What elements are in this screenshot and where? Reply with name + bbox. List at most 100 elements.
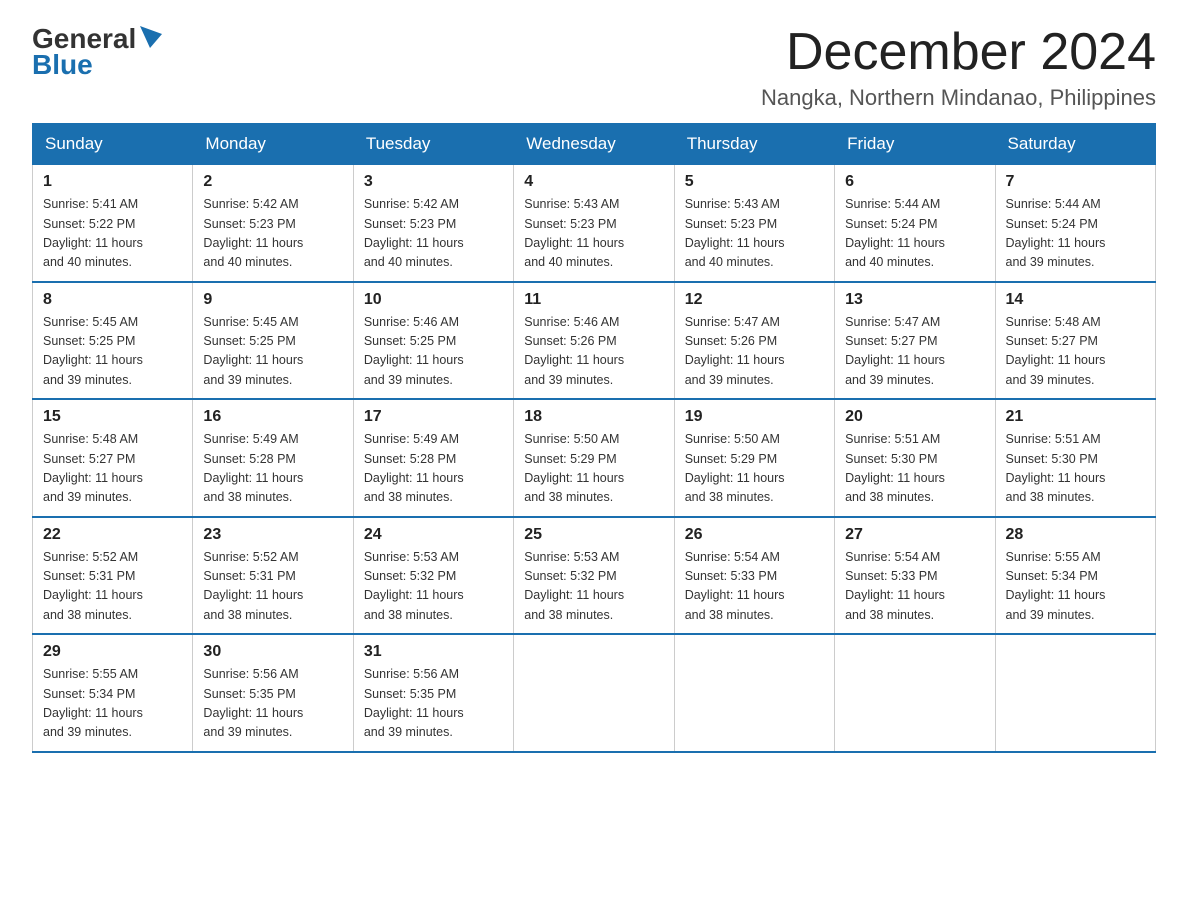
- day-number: 22: [43, 526, 182, 544]
- day-number: 7: [1006, 173, 1145, 191]
- calendar-cell: [514, 634, 674, 752]
- calendar-cell: 5 Sunrise: 5:43 AM Sunset: 5:23 PM Dayli…: [674, 165, 834, 282]
- col-header-wednesday: Wednesday: [514, 124, 674, 165]
- col-header-monday: Monday: [193, 124, 353, 165]
- day-info: Sunrise: 5:51 AM Sunset: 5:30 PM Dayligh…: [845, 430, 984, 508]
- day-number: 20: [845, 408, 984, 426]
- calendar-cell: 18 Sunrise: 5:50 AM Sunset: 5:29 PM Dayl…: [514, 399, 674, 517]
- day-info: Sunrise: 5:50 AM Sunset: 5:29 PM Dayligh…: [524, 430, 663, 508]
- calendar-cell: 6 Sunrise: 5:44 AM Sunset: 5:24 PM Dayli…: [835, 165, 995, 282]
- day-number: 26: [685, 526, 824, 544]
- day-info: Sunrise: 5:41 AM Sunset: 5:22 PM Dayligh…: [43, 195, 182, 273]
- calendar-cell: 11 Sunrise: 5:46 AM Sunset: 5:26 PM Dayl…: [514, 282, 674, 400]
- calendar-header-row: SundayMondayTuesdayWednesdayThursdayFrid…: [33, 124, 1156, 165]
- day-info: Sunrise: 5:45 AM Sunset: 5:25 PM Dayligh…: [203, 313, 342, 391]
- calendar-week-1: 1 Sunrise: 5:41 AM Sunset: 5:22 PM Dayli…: [33, 165, 1156, 282]
- day-info: Sunrise: 5:54 AM Sunset: 5:33 PM Dayligh…: [685, 548, 824, 626]
- day-info: Sunrise: 5:44 AM Sunset: 5:24 PM Dayligh…: [845, 195, 984, 273]
- day-number: 15: [43, 408, 182, 426]
- day-info: Sunrise: 5:55 AM Sunset: 5:34 PM Dayligh…: [43, 665, 182, 743]
- day-number: 10: [364, 291, 503, 309]
- day-info: Sunrise: 5:49 AM Sunset: 5:28 PM Dayligh…: [364, 430, 503, 508]
- logo-text-blue: Blue: [32, 49, 93, 81]
- day-info: Sunrise: 5:49 AM Sunset: 5:28 PM Dayligh…: [203, 430, 342, 508]
- calendar-cell: 28 Sunrise: 5:55 AM Sunset: 5:34 PM Dayl…: [995, 517, 1155, 635]
- day-info: Sunrise: 5:56 AM Sunset: 5:35 PM Dayligh…: [364, 665, 503, 743]
- day-number: 4: [524, 173, 663, 191]
- day-info: Sunrise: 5:53 AM Sunset: 5:32 PM Dayligh…: [364, 548, 503, 626]
- day-number: 5: [685, 173, 824, 191]
- day-number: 30: [203, 643, 342, 661]
- day-number: 25: [524, 526, 663, 544]
- calendar-cell: 31 Sunrise: 5:56 AM Sunset: 5:35 PM Dayl…: [353, 634, 513, 752]
- day-info: Sunrise: 5:56 AM Sunset: 5:35 PM Dayligh…: [203, 665, 342, 743]
- day-number: 18: [524, 408, 663, 426]
- calendar-table: SundayMondayTuesdayWednesdayThursdayFrid…: [32, 123, 1156, 753]
- day-number: 2: [203, 173, 342, 191]
- day-number: 1: [43, 173, 182, 191]
- day-info: Sunrise: 5:55 AM Sunset: 5:34 PM Dayligh…: [1006, 548, 1145, 626]
- calendar-cell: 13 Sunrise: 5:47 AM Sunset: 5:27 PM Dayl…: [835, 282, 995, 400]
- page-subtitle: Nangka, Northern Mindanao, Philippines: [761, 85, 1156, 111]
- logo-arrow-icon: [140, 26, 162, 48]
- calendar-cell: 26 Sunrise: 5:54 AM Sunset: 5:33 PM Dayl…: [674, 517, 834, 635]
- calendar-cell: [835, 634, 995, 752]
- day-number: 17: [364, 408, 503, 426]
- calendar-cell: 16 Sunrise: 5:49 AM Sunset: 5:28 PM Dayl…: [193, 399, 353, 517]
- day-info: Sunrise: 5:48 AM Sunset: 5:27 PM Dayligh…: [1006, 313, 1145, 391]
- calendar-cell: 29 Sunrise: 5:55 AM Sunset: 5:34 PM Dayl…: [33, 634, 193, 752]
- day-number: 24: [364, 526, 503, 544]
- calendar-cell: 3 Sunrise: 5:42 AM Sunset: 5:23 PM Dayli…: [353, 165, 513, 282]
- calendar-cell: 7 Sunrise: 5:44 AM Sunset: 5:24 PM Dayli…: [995, 165, 1155, 282]
- day-number: 27: [845, 526, 984, 544]
- col-header-tuesday: Tuesday: [353, 124, 513, 165]
- header: General Blue December 2024 Nangka, North…: [32, 24, 1156, 111]
- day-number: 13: [845, 291, 984, 309]
- day-number: 14: [1006, 291, 1145, 309]
- calendar-cell: 2 Sunrise: 5:42 AM Sunset: 5:23 PM Dayli…: [193, 165, 353, 282]
- day-number: 9: [203, 291, 342, 309]
- calendar-week-4: 22 Sunrise: 5:52 AM Sunset: 5:31 PM Dayl…: [33, 517, 1156, 635]
- calendar-cell: [674, 634, 834, 752]
- calendar-cell: 25 Sunrise: 5:53 AM Sunset: 5:32 PM Dayl…: [514, 517, 674, 635]
- day-number: 19: [685, 408, 824, 426]
- day-info: Sunrise: 5:46 AM Sunset: 5:25 PM Dayligh…: [364, 313, 503, 391]
- day-number: 29: [43, 643, 182, 661]
- calendar-cell: 21 Sunrise: 5:51 AM Sunset: 5:30 PM Dayl…: [995, 399, 1155, 517]
- calendar-cell: 17 Sunrise: 5:49 AM Sunset: 5:28 PM Dayl…: [353, 399, 513, 517]
- day-info: Sunrise: 5:45 AM Sunset: 5:25 PM Dayligh…: [43, 313, 182, 391]
- day-info: Sunrise: 5:52 AM Sunset: 5:31 PM Dayligh…: [43, 548, 182, 626]
- day-info: Sunrise: 5:53 AM Sunset: 5:32 PM Dayligh…: [524, 548, 663, 626]
- calendar-cell: [995, 634, 1155, 752]
- day-info: Sunrise: 5:46 AM Sunset: 5:26 PM Dayligh…: [524, 313, 663, 391]
- calendar-cell: 23 Sunrise: 5:52 AM Sunset: 5:31 PM Dayl…: [193, 517, 353, 635]
- day-info: Sunrise: 5:47 AM Sunset: 5:27 PM Dayligh…: [845, 313, 984, 391]
- day-info: Sunrise: 5:48 AM Sunset: 5:27 PM Dayligh…: [43, 430, 182, 508]
- day-number: 28: [1006, 526, 1145, 544]
- calendar-cell: 22 Sunrise: 5:52 AM Sunset: 5:31 PM Dayl…: [33, 517, 193, 635]
- day-info: Sunrise: 5:54 AM Sunset: 5:33 PM Dayligh…: [845, 548, 984, 626]
- calendar-week-3: 15 Sunrise: 5:48 AM Sunset: 5:27 PM Dayl…: [33, 399, 1156, 517]
- calendar-week-5: 29 Sunrise: 5:55 AM Sunset: 5:34 PM Dayl…: [33, 634, 1156, 752]
- col-header-sunday: Sunday: [33, 124, 193, 165]
- calendar-cell: 10 Sunrise: 5:46 AM Sunset: 5:25 PM Dayl…: [353, 282, 513, 400]
- calendar-cell: 27 Sunrise: 5:54 AM Sunset: 5:33 PM Dayl…: [835, 517, 995, 635]
- col-header-friday: Friday: [835, 124, 995, 165]
- calendar-cell: 4 Sunrise: 5:43 AM Sunset: 5:23 PM Dayli…: [514, 165, 674, 282]
- day-info: Sunrise: 5:42 AM Sunset: 5:23 PM Dayligh…: [203, 195, 342, 273]
- calendar-cell: 15 Sunrise: 5:48 AM Sunset: 5:27 PM Dayl…: [33, 399, 193, 517]
- day-info: Sunrise: 5:47 AM Sunset: 5:26 PM Dayligh…: [685, 313, 824, 391]
- day-number: 21: [1006, 408, 1145, 426]
- day-info: Sunrise: 5:43 AM Sunset: 5:23 PM Dayligh…: [685, 195, 824, 273]
- day-info: Sunrise: 5:43 AM Sunset: 5:23 PM Dayligh…: [524, 195, 663, 273]
- day-info: Sunrise: 5:52 AM Sunset: 5:31 PM Dayligh…: [203, 548, 342, 626]
- calendar-cell: 1 Sunrise: 5:41 AM Sunset: 5:22 PM Dayli…: [33, 165, 193, 282]
- calendar-cell: 19 Sunrise: 5:50 AM Sunset: 5:29 PM Dayl…: [674, 399, 834, 517]
- day-number: 6: [845, 173, 984, 191]
- calendar-cell: 12 Sunrise: 5:47 AM Sunset: 5:26 PM Dayl…: [674, 282, 834, 400]
- day-info: Sunrise: 5:44 AM Sunset: 5:24 PM Dayligh…: [1006, 195, 1145, 273]
- day-number: 8: [43, 291, 182, 309]
- calendar-cell: 14 Sunrise: 5:48 AM Sunset: 5:27 PM Dayl…: [995, 282, 1155, 400]
- calendar-cell: 20 Sunrise: 5:51 AM Sunset: 5:30 PM Dayl…: [835, 399, 995, 517]
- page-title: December 2024: [761, 24, 1156, 81]
